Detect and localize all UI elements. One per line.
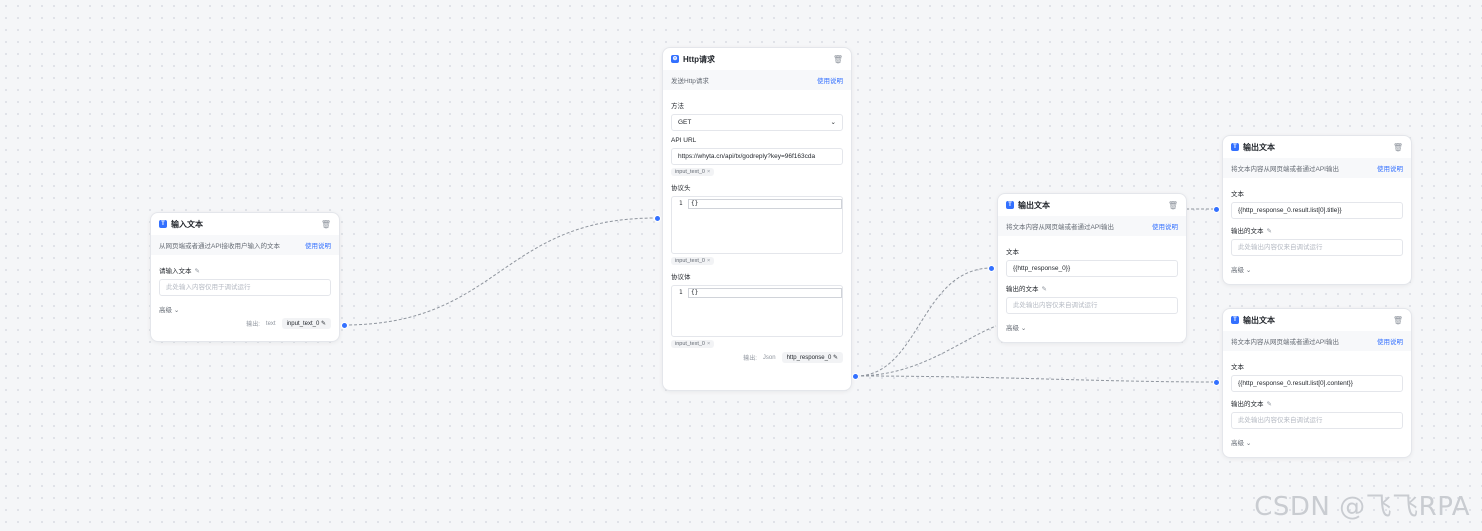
edge-http-to-output-3 <box>855 375 1217 383</box>
pencil-icon[interactable]: ✎ <box>1267 401 1272 408</box>
trash-icon[interactable]: 🗑 <box>1393 316 1403 325</box>
output-variable[interactable]: input_text_0 ✎ <box>281 318 331 329</box>
output-text-field[interactable]: 此处输出内容仅来自调试运行 <box>1231 412 1403 429</box>
close-icon: × <box>706 258 711 264</box>
text-input[interactable]: {{http_response_0.result.list[0].title}} <box>1231 202 1403 219</box>
chevron-down-icon: ⌄ <box>173 307 180 314</box>
trash-icon[interactable]: 🗑 <box>321 220 331 229</box>
chevron-down-icon: ⌄ <box>830 119 836 126</box>
trash-icon[interactable]: 🗑 <box>833 55 843 64</box>
input-text-node[interactable]: T 输入文本 🗑 从网页端或者通过API接收用户输入的文本 使用说明 请输入文本… <box>150 212 340 342</box>
text-label: 文本 <box>1231 364 1244 371</box>
input-port[interactable] <box>1213 206 1220 213</box>
pencil-icon[interactable]: ✎ <box>1267 228 1272 235</box>
help-link[interactable]: 使用说明 <box>817 75 843 85</box>
trash-icon[interactable]: 🗑 <box>1168 201 1178 210</box>
field-label: 请输入文本 <box>159 268 192 275</box>
output-port[interactable] <box>341 322 348 329</box>
method-label: 方法 <box>671 103 684 110</box>
http-request-node[interactable]: ⊕ Http请求 🗑 发送Http请求 使用说明 方法 GET ⌄ API URL… <box>662 47 852 391</box>
chevron-down-icon: ⌄ <box>1245 440 1252 447</box>
debug-input-field[interactable]: 此处输入内容仅用于调试运行 <box>159 279 331 296</box>
text-input[interactable]: {{http_response_0}} <box>1006 260 1178 277</box>
edge-input-to-http <box>343 217 657 326</box>
output-text-label: 输出的文本 <box>1231 401 1264 408</box>
output-port[interactable] <box>852 373 859 380</box>
input-port[interactable] <box>654 215 661 222</box>
url-label: API URL <box>671 137 697 144</box>
method-select[interactable]: GET ⌄ <box>671 114 843 131</box>
node-title: Http请求 <box>683 54 715 64</box>
headers-label: 协议头 <box>671 185 691 192</box>
node-description: 发送Http请求 <box>671 78 709 85</box>
input-port[interactable] <box>988 265 995 272</box>
output-text-label: 输出的文本 <box>1231 228 1264 235</box>
advanced-toggle[interactable]: 高级 ⌄ <box>1006 322 1178 332</box>
advanced-toggle[interactable]: 高级 ⌄ <box>159 304 331 314</box>
help-link[interactable]: 使用说明 <box>1152 221 1178 231</box>
node-title: 输出文本 <box>1243 315 1275 325</box>
text-node-icon: T <box>1231 143 1239 151</box>
globe-icon: ⊕ <box>671 55 679 63</box>
input-port[interactable] <box>1213 379 1220 386</box>
output-text-node[interactable]: T 输出文本 🗑 将文本内容从网页端或者通过API输出 使用说明 文本 {{ht… <box>997 193 1187 343</box>
pencil-icon[interactable]: ✎ <box>195 268 200 275</box>
help-link[interactable]: 使用说明 <box>1377 336 1403 346</box>
node-title: 输出文本 <box>1018 200 1050 210</box>
edge-http-to-output-1 <box>855 267 993 377</box>
node-description: 将文本内容从网页端或者通过API输出 <box>1006 224 1114 231</box>
text-label: 文本 <box>1231 191 1244 198</box>
advanced-toggle[interactable]: 高级 ⌄ <box>1231 264 1403 274</box>
node-description: 将文本内容从网页端或者通过API输出 <box>1231 166 1339 173</box>
node-title: 输出文本 <box>1243 142 1275 152</box>
text-node-icon: T <box>159 220 167 228</box>
url-input[interactable]: https://whyta.cn/api/tx/godreply?key=96f… <box>671 148 843 165</box>
node-title: 输入文本 <box>171 219 203 229</box>
close-icon: × <box>706 341 711 347</box>
text-label: 文本 <box>1006 249 1019 256</box>
output-text-label: 输出的文本 <box>1006 286 1039 293</box>
watermark: CSDN @飞飞RPA <box>1254 492 1470 522</box>
variable-tag[interactable]: input_text_0 × <box>671 340 715 348</box>
node-description: 将文本内容从网页端或者通过API输出 <box>1231 339 1339 346</box>
close-icon: × <box>706 169 711 175</box>
text-node-icon: T <box>1006 201 1014 209</box>
variable-tag[interactable]: input_text_0 × <box>671 168 715 176</box>
chevron-down-icon: ⌄ <box>1245 267 1252 274</box>
help-link[interactable]: 使用说明 <box>305 240 331 250</box>
trash-icon[interactable]: 🗑 <box>1393 143 1403 152</box>
body-editor[interactable]: 1 {} <box>671 285 843 337</box>
output-variable[interactable]: http_response_0 ✎ <box>781 352 843 363</box>
headers-editor[interactable]: 1 {} <box>671 196 843 254</box>
text-node-icon: T <box>1231 316 1239 324</box>
pencil-icon: ✎ <box>832 355 838 361</box>
output-text-node[interactable]: T 输出文本 🗑 将文本内容从网页端或者通过API输出 使用说明 文本 {{ht… <box>1222 135 1412 285</box>
pencil-icon: ✎ <box>320 321 326 327</box>
output-text-field[interactable]: 此处输出内容仅来自调试运行 <box>1231 239 1403 256</box>
body-label: 协议体 <box>671 274 691 281</box>
pencil-icon[interactable]: ✎ <box>1042 286 1047 293</box>
output-row: 输出: text input_text_0 ✎ <box>159 318 331 329</box>
output-text-node[interactable]: T 输出文本 🗑 将文本内容从网页端或者通过API输出 使用说明 文本 {{ht… <box>1222 308 1412 458</box>
text-input[interactable]: {{http_response_0.result.list[0].content… <box>1231 375 1403 392</box>
chevron-down-icon: ⌄ <box>1020 325 1027 332</box>
variable-tag[interactable]: input_text_0 × <box>671 257 715 265</box>
output-text-field[interactable]: 此处输出内容仅来自调试运行 <box>1006 297 1178 314</box>
node-description: 从网页端或者通过API接收用户输入的文本 <box>159 243 280 250</box>
advanced-toggle[interactable]: 高级 ⌄ <box>1231 437 1403 447</box>
output-row: 输出: Json http_response_0 ✎ <box>671 352 843 363</box>
edge-http-to-output-1b <box>855 325 997 377</box>
help-link[interactable]: 使用说明 <box>1377 163 1403 173</box>
